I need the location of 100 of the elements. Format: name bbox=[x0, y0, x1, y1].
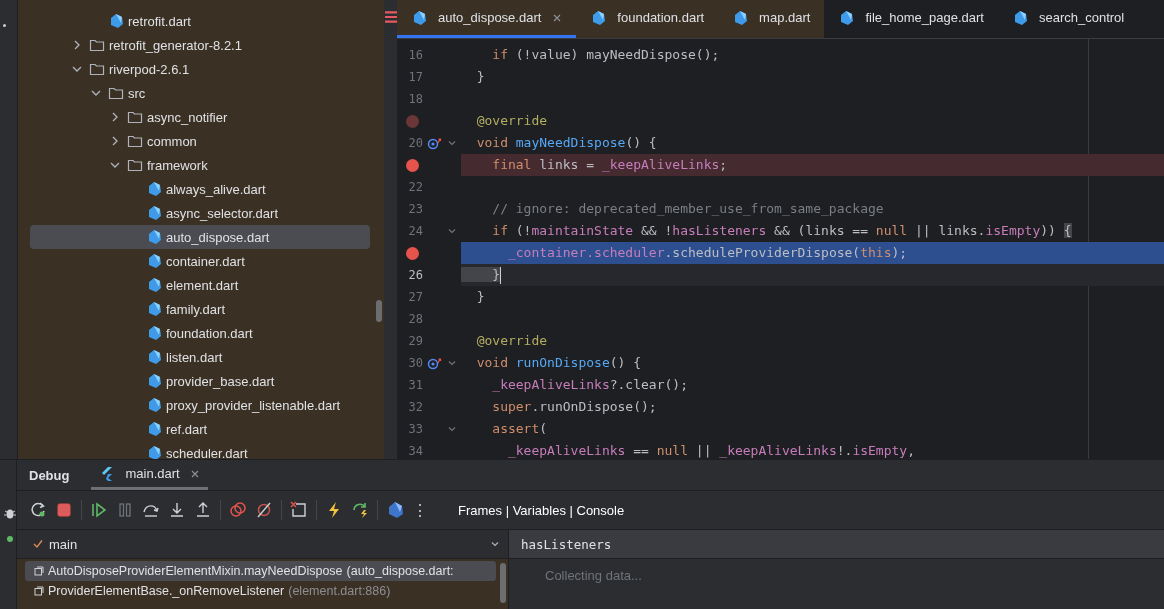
dart-file-icon bbox=[146, 277, 162, 293]
dart-file-icon bbox=[590, 9, 607, 26]
line-number: 30 bbox=[407, 356, 423, 370]
stack-frame[interactable]: AutoDisposeProviderElementMixin.mayNeedDispose (auto_dispose.dart: bbox=[25, 561, 496, 582]
tree-item[interactable]: scheduler.dart bbox=[30, 441, 370, 460]
tree-item[interactable]: listen.dart bbox=[30, 345, 370, 369]
line-number: 24 bbox=[407, 224, 423, 238]
editor-tab[interactable]: auto_dispose.dart bbox=[397, 0, 577, 38]
code-line: _keepAliveLinks?.clear(); bbox=[491, 376, 689, 394]
dart-file-icon bbox=[838, 9, 855, 26]
folder-icon bbox=[89, 37, 105, 53]
tree-item[interactable]: ref.dart bbox=[30, 417, 370, 441]
dart-file-icon bbox=[146, 445, 162, 460]
tree-item[interactable]: foundation.dart bbox=[30, 321, 370, 345]
resume-icon[interactable] bbox=[90, 501, 108, 520]
debug-tab[interactable]: main.dart bbox=[91, 460, 208, 491]
override-icon[interactable] bbox=[427, 136, 443, 150]
dart-file-icon bbox=[146, 397, 162, 413]
editor-tab[interactable]: map.dart bbox=[718, 0, 825, 38]
step-out-icon[interactable] bbox=[194, 501, 212, 520]
dot-icon bbox=[3, 24, 6, 27]
line-number: 31 bbox=[407, 378, 423, 392]
folder-icon bbox=[127, 157, 143, 173]
code-line: void mayNeedDispose() { bbox=[475, 134, 658, 152]
folder-icon bbox=[127, 109, 143, 125]
dart-icon[interactable] bbox=[386, 501, 404, 520]
code-line: } bbox=[475, 288, 486, 306]
stack-frame[interactable]: ProviderElementBase._onRemoveListener (element.dart:886) bbox=[25, 581, 496, 602]
folder-icon bbox=[127, 133, 143, 149]
stop-icon[interactable] bbox=[55, 501, 73, 520]
code-line: if (!value) mayNeedDispose(); bbox=[491, 46, 721, 64]
fold-icon[interactable] bbox=[447, 226, 457, 236]
line-number: 18 bbox=[407, 92, 423, 106]
status-text: Collecting data... bbox=[544, 567, 643, 584]
line-number: 22 bbox=[407, 180, 423, 194]
hot-restart-icon[interactable] bbox=[351, 501, 369, 520]
scrollbar-thumb[interactable] bbox=[500, 563, 506, 604]
line-number: 26 bbox=[407, 268, 423, 282]
line-number: 29 bbox=[407, 334, 423, 348]
close-icon[interactable] bbox=[552, 12, 563, 23]
dart-file-icon bbox=[146, 373, 162, 389]
tree-item[interactable]: async_notifier bbox=[30, 105, 370, 129]
code-line: @override bbox=[475, 112, 549, 130]
dart-file-icon bbox=[146, 229, 162, 245]
tree-item[interactable]: element.dart bbox=[30, 273, 370, 297]
line-number: 33 bbox=[407, 422, 423, 436]
code-line: } bbox=[475, 68, 486, 86]
tree-item[interactable]: family.dart bbox=[30, 297, 370, 321]
text-caret bbox=[500, 267, 502, 284]
code-line: _keepAliveLinks == null || _keepAliveLinks!.isEmpty, bbox=[506, 442, 916, 460]
dart-file-icon bbox=[732, 9, 749, 26]
line-number: 34 bbox=[407, 444, 423, 458]
close-icon[interactable] bbox=[189, 468, 200, 479]
pause-icon[interactable] bbox=[116, 501, 134, 520]
dart-file-icon bbox=[146, 205, 162, 221]
layout-tabs[interactable]: Frames | Variables | Console bbox=[458, 502, 625, 518]
line-number: 32 bbox=[407, 400, 423, 414]
mute-breakpoints-icon[interactable] bbox=[255, 501, 273, 520]
tree-item[interactable]: framework bbox=[30, 153, 370, 177]
tree-item[interactable]: async_selector.dart bbox=[30, 201, 370, 225]
clear-icon[interactable] bbox=[290, 501, 308, 520]
tree-item[interactable]: container.dart bbox=[30, 249, 370, 273]
line-number: 20 bbox=[407, 136, 423, 150]
fold-icon[interactable] bbox=[447, 358, 457, 368]
breakpoint-icon[interactable] bbox=[406, 246, 419, 260]
tree-item[interactable]: common bbox=[30, 129, 370, 153]
line-number: 17 bbox=[407, 70, 423, 84]
override-icon[interactable] bbox=[427, 356, 443, 370]
code-line: @override bbox=[475, 332, 549, 350]
dart-file-icon bbox=[146, 253, 162, 269]
check-icon bbox=[33, 539, 43, 550]
dart-file-icon bbox=[146, 301, 162, 317]
panel-title: Debug bbox=[29, 467, 70, 483]
scrollbar-thumb[interactable] bbox=[376, 300, 382, 322]
tree-item[interactable]: retrofit.dart bbox=[30, 9, 370, 33]
folder-icon bbox=[89, 61, 105, 77]
tree-item[interactable]: riverpod-2.6.1 bbox=[30, 57, 370, 81]
tree-item[interactable]: always_alive.dart bbox=[30, 177, 370, 201]
fold-icon[interactable] bbox=[447, 424, 457, 434]
editor-tab[interactable]: search_control bbox=[997, 0, 1139, 38]
editor-tab[interactable]: foundation.dart bbox=[576, 0, 719, 38]
editor-tab[interactable]: file_home_page.dart bbox=[824, 0, 998, 38]
dart-file-icon bbox=[411, 9, 427, 26]
tree-item[interactable]: src bbox=[30, 81, 370, 105]
code-line: // ignore: deprecated_member_use_from_same_package bbox=[491, 200, 885, 218]
more-button[interactable]: ⋮ bbox=[412, 500, 422, 520]
line-number: 27 bbox=[407, 290, 423, 304]
step-into-icon[interactable] bbox=[168, 501, 186, 520]
line-number: 28 bbox=[407, 312, 423, 326]
code-line: if (!maintainState && !hasListeners && (links == null || links.isEmpty)) { bbox=[491, 222, 1073, 240]
tree-item[interactable]: auto_dispose.dart bbox=[30, 225, 370, 249]
tree-item[interactable]: retrofit_generator-8.2.1 bbox=[30, 33, 370, 57]
frame-icon bbox=[34, 586, 44, 597]
tree-item[interactable]: provider_base.dart bbox=[30, 369, 370, 393]
breakpoints-icon[interactable] bbox=[229, 501, 247, 520]
fold-icon[interactable] bbox=[447, 138, 457, 148]
breakpoint-icon[interactable] bbox=[406, 158, 419, 172]
tree-item[interactable]: proxy_provider_listenable.dart bbox=[30, 393, 370, 417]
dart-file-icon bbox=[146, 349, 162, 365]
dart-file-icon bbox=[108, 13, 124, 29]
